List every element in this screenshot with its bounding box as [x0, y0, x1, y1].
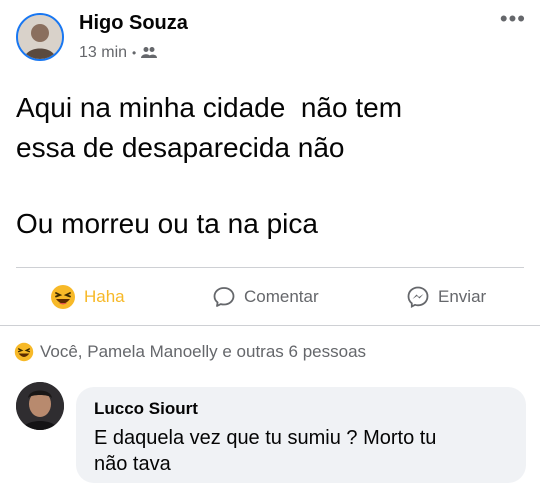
comment-body: E daquela vez que tu sumiu ? Morto tu nã… — [94, 425, 504, 477]
commenter-name[interactable]: Lucco Siourt — [94, 399, 198, 419]
post-text-line: essa de desaparecida não — [16, 132, 345, 163]
haha-label: Haha — [84, 287, 125, 306]
avatar-image — [16, 382, 64, 430]
haha-emoji-icon — [51, 285, 75, 309]
haha-emoji-icon — [14, 342, 34, 362]
send-label: Enviar — [438, 287, 487, 306]
comment-text-line: não tava — [94, 453, 171, 475]
comment-bubble: Lucco Siourt E daquela vez que tu sumiu … — [76, 387, 526, 483]
post-text-line: Ou morreu ou ta na pica — [16, 208, 318, 239]
post-paragraph-gap — [16, 168, 526, 204]
friends-icon — [141, 47, 158, 58]
comment-icon — [213, 287, 235, 307]
haha-reaction-button[interactable]: Haha — [50, 276, 125, 318]
comment-button[interactable]: Comentar — [212, 276, 319, 318]
commenter-avatar[interactable] — [16, 382, 64, 430]
author-name[interactable]: Higo Souza — [79, 12, 188, 35]
reactions-text: Você, Pamela Manoelly e outras 6 pessoas — [40, 342, 367, 361]
divider — [0, 325, 540, 326]
author-avatar[interactable] — [16, 13, 64, 61]
post-header: Higo Souza 13 min • ••• — [0, 0, 540, 80]
send-button[interactable]: Enviar — [406, 276, 486, 318]
post-time[interactable]: 13 min — [79, 44, 127, 62]
comment-label: Comentar — [244, 287, 319, 306]
comment-text-line: E daquela vez que tu sumiu ? Morto tu — [94, 427, 437, 449]
post-body: Aqui na minha cidade não tem essa de des… — [16, 88, 526, 244]
divider — [16, 267, 524, 268]
reactions-summary[interactable]: Você, Pamela Manoelly e outras 6 pessoas — [14, 342, 366, 362]
more-options-icon[interactable]: ••• — [500, 6, 526, 32]
post-text-line: Aqui na minha cidade não tem — [16, 92, 403, 123]
avatar-image — [18, 15, 62, 59]
post-meta: 13 min • — [79, 44, 158, 62]
messenger-icon — [407, 286, 429, 308]
post-actions: Haha Comentar Enviar — [0, 276, 540, 318]
meta-separator: • — [132, 46, 137, 60]
